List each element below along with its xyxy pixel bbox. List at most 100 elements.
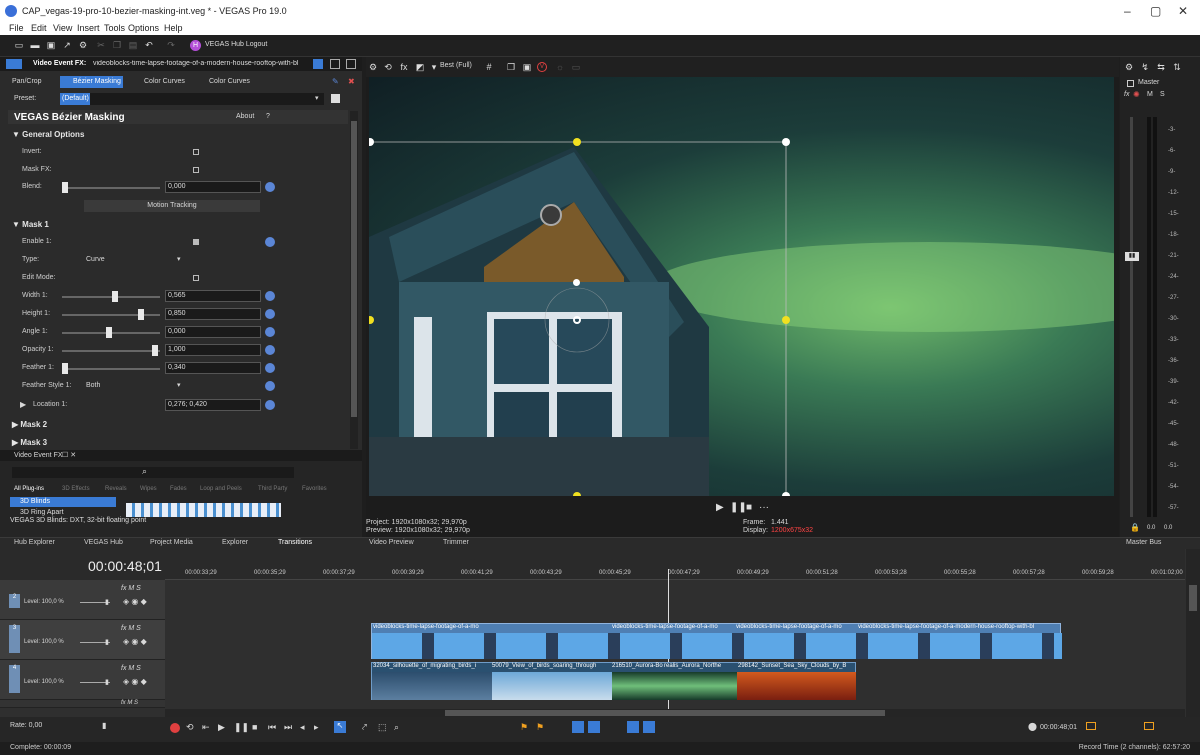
timeline-v-scrollbar[interactable] (1186, 549, 1200, 717)
fx-scrollbar[interactable] (350, 111, 358, 449)
angle-value[interactable]: 0,000 (165, 326, 261, 338)
auto-ripple-icon[interactable] (627, 721, 639, 733)
mask-point-right[interactable] (782, 316, 790, 324)
motion-tracking-button[interactable]: Motion Tracking (84, 200, 260, 212)
mask-3-section[interactable]: ▶ Mask 3 (12, 438, 47, 447)
track-fx-icon[interactable]: fx M S (121, 665, 141, 672)
location-expand-icon[interactable]: ▶ (20, 400, 26, 409)
maximize-button[interactable]: ▢ (1150, 4, 1161, 18)
save-icon[interactable]: ▣ (46, 40, 56, 51)
timeline-v-scrollbar-thumb[interactable] (1189, 585, 1197, 611)
blend-slider[interactable] (62, 182, 160, 193)
mask-point-bottom[interactable] (573, 492, 581, 496)
normal-edit-tool-icon[interactable]: ↖ (334, 721, 346, 733)
video-frame[interactable] (369, 77, 1114, 496)
feather-style-chevron-down-icon[interactable]: ▾ (177, 381, 181, 389)
fx-chain-color-curves-1[interactable]: Color Curves (144, 78, 185, 85)
track-fx-icon[interactable]: fx M S (121, 625, 141, 632)
pause-icon[interactable]: ❚❚ (730, 502, 747, 513)
track-3-header[interactable]: 3 Level: 100,0 % ▮ fx M S ◈ ◉ ◆ (0, 620, 165, 660)
zoom-tool-icon[interactable]: ⌕ (394, 722, 399, 733)
tab-trimmer[interactable]: Trimmer (443, 539, 469, 546)
menu-insert[interactable]: Insert (77, 23, 100, 33)
track-fader-knob[interactable]: ▮ (105, 638, 109, 646)
track-2-header[interactable]: 2 Level: 100,0 % ▮ fx M S ◈ ◉ ◆ (0, 580, 165, 620)
selection-tool-icon[interactable]: ⬚ (378, 722, 387, 733)
mixer-solo-button[interactable]: S (1160, 91, 1165, 98)
width-slider[interactable] (62, 291, 160, 302)
plugin-search-input[interactable] (12, 467, 294, 478)
track-composite-icon[interactable]: ◈ ◉ ◆ (123, 677, 147, 686)
project-length-icon[interactable] (1144, 722, 1154, 730)
tab-fades[interactable]: Fades (170, 486, 187, 492)
tab-master-bus[interactable]: Master Bus (1126, 539, 1161, 546)
mask-point-bottom-right[interactable] (782, 492, 790, 496)
feather-keyframe-icon[interactable] (265, 363, 275, 373)
height-value[interactable]: 0,850 (165, 308, 261, 320)
next-frame-icon[interactable]: ▸ (314, 722, 319, 733)
timeline-ruler[interactable]: 00:00:33;29 00:00:35;29 00:00:37;29 00:00:3… (165, 549, 1185, 580)
mixer-gear-icon[interactable]: ⚙ (1124, 62, 1134, 73)
preset-chevron-down-icon[interactable]: ▾ (315, 94, 319, 102)
mixer-fx-button[interactable]: fx (1124, 91, 1129, 98)
menu-help[interactable]: Help (164, 23, 183, 33)
preview-external-icon[interactable]: ⟲ (383, 62, 393, 73)
hub-logout-link[interactable]: VEGAS Hub Logout (205, 41, 267, 48)
go-to-end-icon[interactable]: ⏭ (284, 722, 292, 733)
fx-chain-bezier-masking[interactable]: Bézier Masking (73, 78, 121, 85)
mixer-downmix-icon[interactable]: ↯ (1140, 62, 1150, 73)
tab-wipes[interactable]: Wipes (140, 486, 157, 492)
mixer-mute-button[interactable]: M (1147, 91, 1153, 98)
plugin-item-3d-ring-apart[interactable]: 3D Ring Apart (20, 509, 64, 516)
rate-slider-knob[interactable]: ▮ (102, 721, 106, 730)
opacity-slider[interactable] (62, 345, 160, 356)
track-fader-knob[interactable]: ▮ (105, 678, 109, 686)
tab-transitions[interactable]: Transitions (278, 539, 312, 546)
snapping-icon[interactable] (572, 721, 584, 733)
preview-fx-icon[interactable]: fx (399, 62, 409, 73)
mixer-bus-icon[interactable]: ⇅ (1172, 62, 1182, 73)
render-icon[interactable]: ↗ (62, 40, 72, 51)
type-chevron-down-icon[interactable]: ▾ (177, 255, 181, 263)
overlays-grid-icon[interactable]: # (484, 62, 494, 73)
track-5-header-partial[interactable]: fx M S (0, 700, 165, 708)
pause-icon[interactable]: ❚❚ (234, 722, 249, 733)
opacity-slider-knob[interactable] (152, 345, 158, 356)
opacity-keyframe-icon[interactable] (265, 345, 275, 355)
mask-fx-checkbox[interactable] (193, 167, 199, 173)
quality-chevron-icon[interactable]: ▾ (429, 62, 439, 73)
fx-chain-pancrop[interactable]: Pan/Crop (12, 78, 42, 85)
mask-2-section[interactable]: ▶ Mask 2 (12, 420, 47, 429)
video-event-row-4[interactable]: 32034_silhouette_of_migrating_birds_i 50… (371, 662, 856, 700)
tab-close-icon[interactable]: ☐ ✕ (62, 451, 76, 459)
properties-gear-icon[interactable]: ⚙ (78, 40, 88, 51)
stop-icon[interactable]: ■ (746, 502, 752, 513)
timeline-h-scrollbar-thumb[interactable] (445, 710, 885, 716)
feather-value[interactable]: 0,340 (165, 362, 261, 374)
angle-slider-knob[interactable] (106, 327, 112, 338)
mask-point-top[interactable] (573, 138, 581, 146)
invert-checkbox[interactable] (193, 149, 199, 155)
feather-slider-knob[interactable] (62, 363, 68, 374)
play-from-start-icon[interactable]: ⇤ (202, 722, 210, 733)
master-fader-knob[interactable]: ▮▮ (1125, 252, 1139, 261)
track-fx-icon[interactable]: fx M S (121, 585, 141, 592)
undo-icon[interactable]: ↶ (144, 40, 154, 51)
stabilize-icon[interactable]: ☼ (555, 62, 565, 73)
blend-slider-knob[interactable] (62, 182, 68, 193)
minimize-button[interactable]: – (1124, 4, 1131, 18)
video-event-house-timelapse[interactable]: videoblocks-time-lapse-footage-of-a-mo v… (371, 623, 1062, 659)
fader-lock-icon[interactable]: 🔒 (1130, 523, 1140, 532)
loop-icon[interactable]: ⟲ (186, 722, 194, 733)
preview-properties-icon[interactable]: ⚙ (368, 62, 378, 73)
menu-file[interactable]: File (9, 23, 24, 33)
mask-view-icon[interactable]: ▭ (571, 62, 581, 73)
save-preset-icon[interactable] (331, 94, 340, 103)
new-project-icon[interactable]: ▭ (14, 40, 24, 51)
mask-rotate-handle[interactable] (573, 279, 580, 286)
selection-length-icon[interactable] (1086, 722, 1096, 730)
height-slider-knob[interactable] (138, 309, 144, 320)
blend-value[interactable]: 0,000 (165, 181, 261, 193)
save-snapshot-icon[interactable]: ▣ (522, 62, 532, 73)
type-dropdown[interactable]: Curve (84, 254, 184, 266)
